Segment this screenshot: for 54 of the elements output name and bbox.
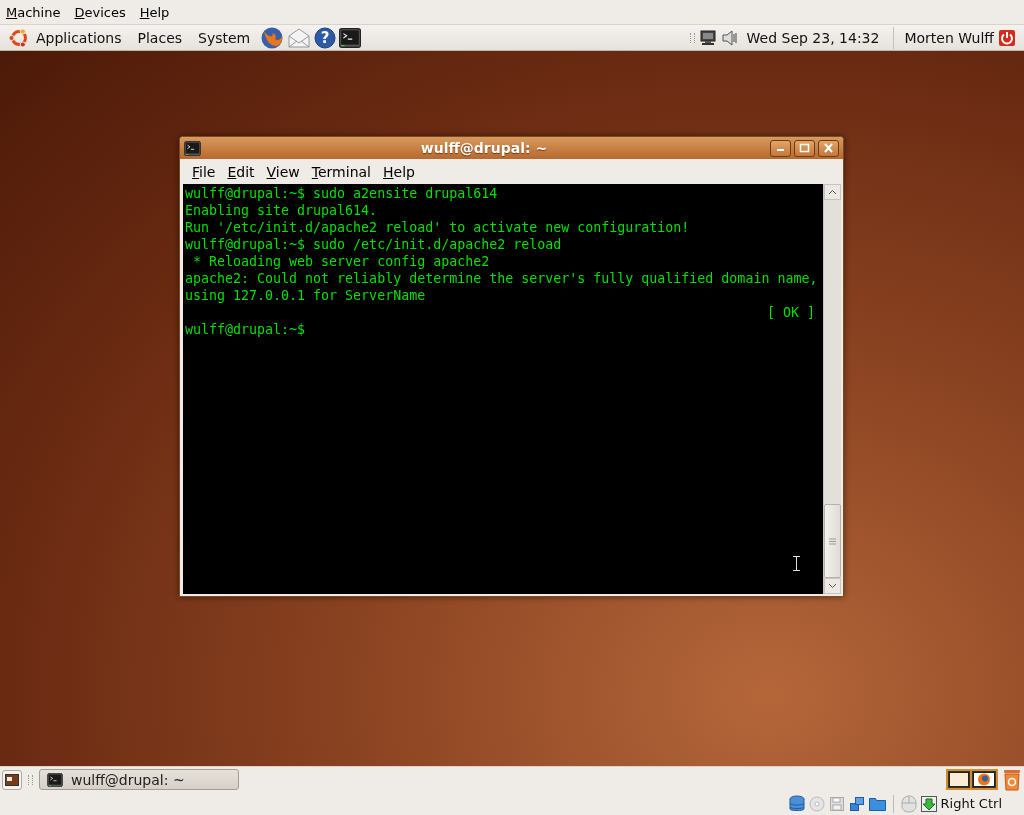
show-desktop-button[interactable] [2, 769, 22, 790]
terminal-line: Run '/etc/init.d/apache2 reload' to activate new configuration! [185, 219, 690, 236]
maximize-button[interactable] [794, 139, 815, 157]
terminal-line: Enabling site drupal614. [185, 202, 378, 219]
ubuntu-logo-icon[interactable] [8, 26, 30, 49]
menu-item[interactable]: Devices [74, 4, 126, 20]
panel-menu[interactable]: Applications [30, 29, 130, 46]
scroll-up-button[interactable] [824, 184, 841, 200]
power-icon[interactable] [998, 28, 1016, 47]
taskbar-button[interactable]: wulff@drupal: ~ [39, 769, 239, 790]
close-button[interactable] [818, 139, 839, 157]
window-title: wulff@drupal: ~ [419, 140, 549, 156]
menu-item[interactable]: Terminal [305, 163, 377, 180]
menu-item[interactable]: Machine [6, 4, 61, 20]
terminal-line: wulff@drupal:~$ [185, 321, 306, 338]
firefox-icon[interactable] [972, 771, 996, 788]
scroll-down-button[interactable] [824, 578, 841, 594]
terminal-icon[interactable] [184, 140, 201, 156]
clock[interactable]: Wed Sep 23, 14:32 [742, 29, 884, 46]
terminal-icon[interactable] [47, 772, 63, 787]
help-icon[interactable]: ? [314, 26, 337, 49]
terminal-line: [ OK ] [766, 304, 815, 321]
panel-menu[interactable]: System [190, 29, 259, 46]
shared-folder-icon[interactable] [868, 796, 886, 811]
hard-disks-icon[interactable] [788, 794, 805, 813]
terminal-icon[interactable] [339, 27, 362, 48]
user-name[interactable]: Morten Wulff [904, 29, 994, 46]
menu-item[interactable]: Edit [221, 163, 261, 180]
workspace-icon[interactable] [948, 771, 970, 788]
panel-grip[interactable] [689, 32, 695, 43]
terminal-line: * Reloading web server config apache2 [192, 253, 490, 270]
workspace-switcher[interactable] [946, 769, 998, 790]
caret-down-icon[interactable] [828, 583, 837, 589]
panel-menu[interactable]: Places [129, 29, 191, 46]
terminal-line: wulff@drupal:~$ sudo /etc/init.d/apache2 reload [185, 236, 562, 253]
menu-item[interactable]: Help [139, 4, 170, 20]
panel-grip[interactable] [28, 774, 33, 785]
text-cursor-icon [793, 556, 800, 571]
speaker-icon[interactable] [720, 28, 739, 47]
menu-item[interactable]: View [260, 163, 306, 180]
menu-item[interactable]: File [186, 163, 222, 180]
host-key-label: Right Ctrl [940, 796, 1002, 811]
down-arrow-icon[interactable] [920, 795, 937, 812]
network-computer-icon[interactable] [698, 28, 717, 47]
caret-up-icon[interactable] [828, 189, 837, 195]
network-adapters-icon[interactable] [848, 795, 865, 812]
trash-icon[interactable] [1002, 768, 1022, 791]
scrollbar[interactable] [823, 184, 841, 594]
terminal-line: wulff@drupal:~$ sudo a2ensite drupal614 [185, 185, 498, 202]
terminal-line: using 127.0.0.1 for ServerName [185, 287, 426, 304]
terminal-line: apache2: Could not reliably determine the server's fully qualified domain name, [185, 270, 818, 287]
menu-item[interactable]: Help [377, 163, 421, 180]
minimize-button[interactable] [770, 139, 791, 157]
scroll-thumb[interactable] [824, 504, 841, 578]
